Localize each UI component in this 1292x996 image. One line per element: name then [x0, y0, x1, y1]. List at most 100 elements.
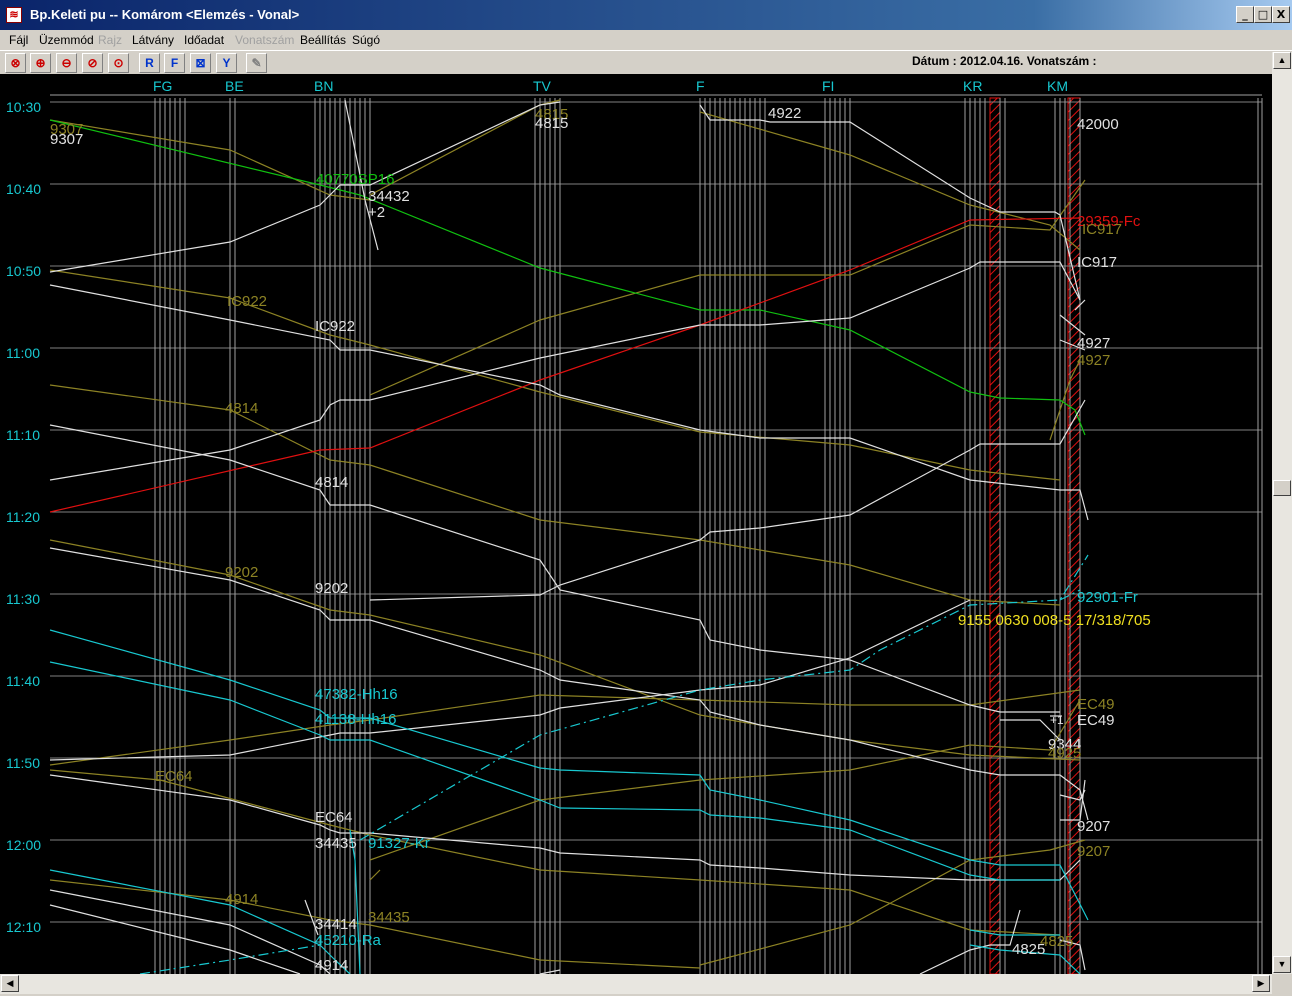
train-path: [369, 869, 381, 881]
train-path: [49, 629, 1089, 921]
train-label: 92901-Fr: [1077, 589, 1138, 606]
menu-latvany[interactable]: Látvány: [132, 33, 174, 47]
station-bn: BN: [314, 78, 333, 94]
zoom-in-button[interactable]: ⊕: [30, 53, 51, 73]
station-header: FG BE BN TV F FI KR KM: [50, 78, 1262, 96]
station-be: BE: [225, 78, 244, 94]
train-label: IC917: [1082, 221, 1122, 238]
zoom-out-button[interactable]: ⊖: [56, 53, 77, 73]
train-label: +2: [368, 204, 385, 221]
station-kr: KR: [963, 78, 982, 94]
train-path: [699, 104, 1081, 301]
train-label: IC922: [315, 318, 355, 335]
time-axis: 10:30 10:40 10:50 11:00 11:10 11:20 11:3…: [6, 99, 41, 935]
train-path-red: [49, 217, 1081, 513]
minimize-button[interactable]: _: [1236, 6, 1254, 23]
train-label: EC64: [315, 809, 353, 826]
train-label: 9207: [1077, 818, 1110, 835]
time-label: 10:50: [6, 263, 41, 279]
train-path: [49, 194, 331, 273]
menu-fajl[interactable]: Fájl: [9, 33, 28, 47]
train-label: EC49: [1077, 696, 1115, 713]
vertical-scroll-thumb[interactable]: [1273, 480, 1291, 496]
train-label: 9207: [1077, 843, 1110, 860]
train-label: 34414: [315, 916, 357, 933]
zoom-fit-button[interactable]: ⊙: [108, 53, 129, 73]
train-path: [369, 179, 1086, 396]
zoom-cancel-button[interactable]: ⊗: [5, 53, 26, 73]
menu-uzemmod[interactable]: Üzemmód: [39, 33, 94, 47]
train-label: 42000: [1077, 116, 1119, 133]
train-label: 91327-Kr: [368, 835, 430, 852]
train-label: 4914: [225, 891, 258, 908]
train-label: 9155 0630 008-5 17/318/705: [958, 612, 1151, 629]
blocked-area-kr: [989, 97, 1001, 974]
window-title: Bp.Keleti pu -- Komárom <Elemzés - Vonal…: [30, 7, 300, 22]
train-path: [699, 111, 1081, 251]
date-train-status: Dátum : 2012.04.16. Vonatszám :: [912, 54, 1097, 68]
time-label: 11:00: [6, 345, 40, 361]
timetable-graph[interactable]: FG BE BN TV F FI KR KM 10:30 10:40 10:50…: [0, 74, 1272, 974]
time-label: 10:30: [6, 99, 41, 115]
f-filter-button[interactable]: F: [164, 53, 185, 73]
maximize-button[interactable]: □: [1254, 6, 1272, 23]
station-fi: FI: [822, 78, 834, 94]
train-label: 34435: [315, 835, 357, 852]
menu-vonatszam[interactable]: Vonatszám: [235, 33, 294, 47]
funnel-button[interactable]: Y: [216, 53, 237, 73]
menu-idoadat[interactable]: Időadat: [184, 33, 224, 47]
time-label: 11:30: [6, 591, 40, 607]
train-label: 9202: [225, 564, 258, 581]
time-label: 10:40: [6, 181, 41, 197]
train-label: +1: [1050, 713, 1064, 727]
train-label: 4927: [1077, 352, 1110, 369]
train-path: [49, 539, 1081, 761]
scroll-up-icon[interactable]: ▲: [1273, 52, 1291, 69]
train-label: IC917: [1077, 254, 1117, 271]
train-label: 4825: [1040, 933, 1073, 950]
time-label: 11:20: [6, 509, 40, 525]
scrollbar-corner: [1272, 974, 1292, 996]
station-fg: FG: [153, 78, 172, 94]
train-path-green: [49, 119, 1086, 436]
train-path: [49, 599, 971, 761]
menu-beallitas[interactable]: Beállítás: [300, 33, 346, 47]
grid-button[interactable]: ⊠: [190, 53, 211, 73]
scroll-left-icon[interactable]: ◀: [1, 975, 19, 992]
station-tv: TV: [533, 78, 552, 94]
scroll-down-icon[interactable]: ▼: [1273, 956, 1291, 973]
train-label: 4922: [768, 105, 801, 122]
toolbar: ⊗ ⊕ ⊖ ⊘ ⊙ R F ⊠ Y ✎ Dátum : 2012.04.16. …: [0, 50, 1292, 74]
train-label: 4815: [535, 115, 568, 132]
train-labels: 9307 9307 40770SP16 34432 +2 4815 4815 4…: [50, 105, 1151, 974]
menu-rajz[interactable]: Rajz: [98, 33, 122, 47]
train-label: 4914: [315, 957, 348, 974]
train-paths: [49, 99, 1089, 974]
train-label: 45210-Ra: [315, 932, 382, 949]
train-label: 34435: [368, 909, 410, 926]
graph-canvas: FG BE BN TV F FI KR KM 10:30 10:40 10:50…: [6, 78, 1263, 974]
menu-sugo[interactable]: Súgó: [352, 33, 380, 47]
time-label: 12:00: [6, 837, 41, 853]
train-label: 4814: [225, 400, 258, 417]
train-path: [49, 774, 1081, 881]
edit-button[interactable]: ✎: [246, 53, 267, 73]
window-titlebar: ≋ Bp.Keleti pu -- Komárom <Elemzés - Von…: [0, 0, 1292, 30]
time-label: 11:50: [6, 755, 40, 771]
vertical-scrollbar[interactable]: ▲ ▼: [1272, 52, 1292, 974]
train-path-dashed: [359, 554, 1089, 841]
horizontal-scrollbar[interactable]: ◀ ▶: [0, 974, 1272, 994]
r-filter-button[interactable]: R: [139, 53, 160, 73]
train-label: IC922: [227, 293, 267, 310]
train-path: [369, 99, 561, 196]
zoom-reset-button[interactable]: ⊘: [82, 53, 103, 73]
train-label: 41138-Hh16: [315, 711, 396, 728]
train-label: 9307: [50, 131, 83, 148]
app-icon[interactable]: ≋: [6, 7, 22, 23]
close-button[interactable]: X: [1272, 6, 1290, 23]
train-path: [49, 889, 331, 974]
scroll-right-icon[interactable]: ▶: [1252, 975, 1270, 992]
time-label: 12:10: [6, 919, 41, 935]
time-label: 11:10: [6, 427, 40, 443]
train-label: EC64: [155, 768, 193, 785]
